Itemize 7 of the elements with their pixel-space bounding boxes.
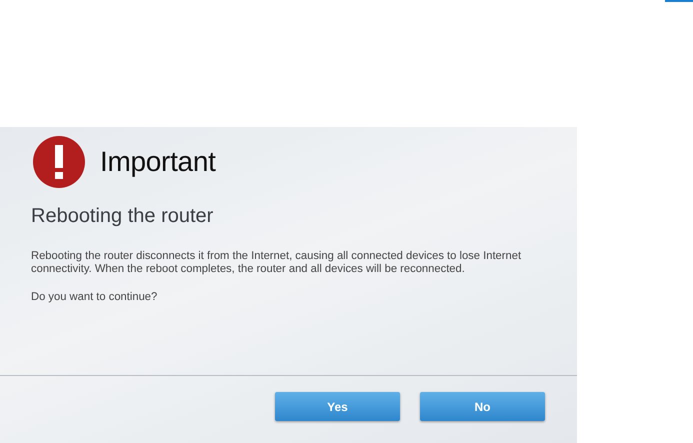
warning-icon [32,135,86,189]
confirm-question: Do you want to continue? [31,290,158,303]
dialog-button[interactable]: No [420,392,545,421]
dialog-title: Important [100,146,216,178]
dialog-message: Rebooting the router disconnects it from the Internet, causing all connected devices to lose Internet connectivity. When the reboot completes, the router and all devices will be reconnected. [31,250,522,277]
dialog-heading: Rebooting the router [31,205,214,228]
dialog-button[interactable]: Yes [275,392,400,421]
